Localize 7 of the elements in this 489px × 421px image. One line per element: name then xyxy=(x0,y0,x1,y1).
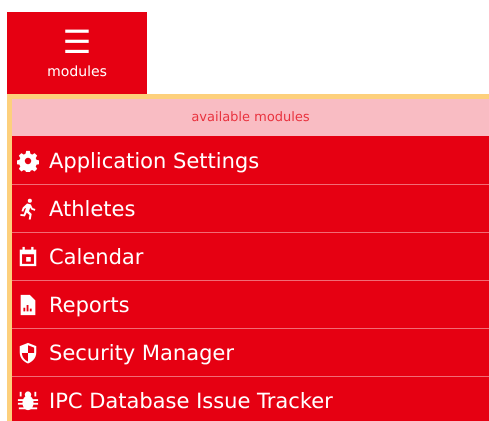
shield-icon xyxy=(17,342,39,364)
gear-icon xyxy=(17,150,39,172)
bug-icon xyxy=(17,390,39,412)
menu-button[interactable]: ☰ modules xyxy=(7,12,147,94)
menu-icon: ☰ xyxy=(62,26,92,58)
panel-heading: available modules xyxy=(12,99,489,137)
calendar-icon xyxy=(17,246,39,268)
